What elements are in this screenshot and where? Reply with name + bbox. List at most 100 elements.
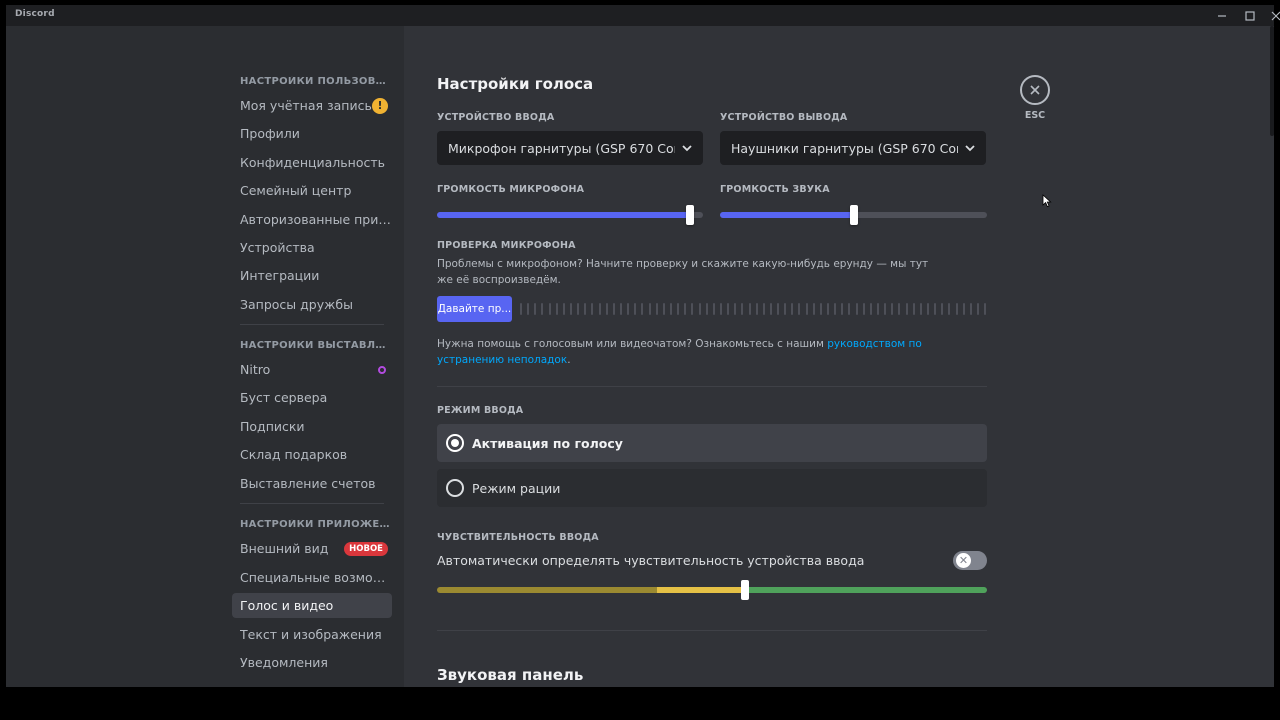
meter-bar <box>984 303 987 315</box>
meter-bar <box>948 303 951 315</box>
window-close-button[interactable] <box>1263 5 1280 26</box>
meter-bar <box>841 303 844 315</box>
sidebar-item-label: Специальные возмож... <box>240 570 392 585</box>
sidebar-item-integrations[interactable]: Интеграции <box>232 263 392 288</box>
meter-bar <box>712 303 715 315</box>
meter-bar <box>669 303 672 315</box>
sidebar-item-server-boost[interactable]: Буст сервера <box>232 385 392 410</box>
meter-bar <box>869 303 872 315</box>
sidebar-item-text-images[interactable]: Текст и изображения <box>232 622 392 647</box>
title-bar: Discord <box>6 5 1280 26</box>
auto-sensitivity-toggle[interactable]: ✕ <box>953 551 987 570</box>
radio-unselected-icon <box>446 479 464 497</box>
meter-bar <box>755 303 758 315</box>
sidebar-divider <box>240 503 384 504</box>
sensitivity-high-segment <box>745 587 987 593</box>
sidebar-item-billing[interactable]: Выставление счетов <box>232 471 392 496</box>
mic-volume-slider[interactable] <box>437 205 703 225</box>
meter-bar <box>684 303 687 315</box>
meter-bar <box>791 303 794 315</box>
meter-bar <box>934 303 937 315</box>
meter-bar <box>912 303 915 315</box>
close-settings[interactable]: ESC <box>1020 75 1050 121</box>
input-mode-push-to-talk[interactable]: Режим рации <box>437 469 987 507</box>
sensitivity-slider[interactable] <box>437 580 987 600</box>
meter-bar <box>577 303 580 315</box>
maximize-button[interactable] <box>1237 5 1263 26</box>
sidebar-item-appearance[interactable]: Внешний вид НОВОЕ <box>232 536 392 561</box>
output-device-value: Наушники гарнитуры (GSP 670 Commu <box>731 140 958 156</box>
sidebar-item-gift-inventory[interactable]: Склад подарков <box>232 442 392 467</box>
meter-bar <box>548 303 551 315</box>
meter-bar <box>584 303 587 315</box>
radio-label: Режим рации <box>472 480 561 496</box>
sidebar-item-accessibility[interactable]: Специальные возмож... <box>232 565 392 590</box>
sidebar-item-friend-requests[interactable]: Запросы дружбы <box>232 292 392 317</box>
meter-bar <box>798 303 801 315</box>
sidebar-item-devices[interactable]: Устройства <box>232 235 392 260</box>
sidebar-item-voice-video[interactable]: Голос и видео <box>232 593 392 618</box>
input-mode-label: РЕЖИМ ВВОДА <box>437 405 524 416</box>
chevron-down-icon <box>965 145 975 152</box>
meter-bar <box>927 303 930 315</box>
section-divider <box>437 386 987 387</box>
meter-bar <box>691 303 694 315</box>
app-settings-header: НАСТРОЙКИ ПРИЛОЖЕНИЯ <box>240 519 390 530</box>
meter-bar <box>848 303 851 315</box>
close-button[interactable] <box>1020 75 1050 105</box>
settings-window: НАСТРОЙКИ ПОЛЬЗОВАТЕ... Моя учётная запи… <box>6 26 1274 687</box>
sidebar-item-label: Семейный центр <box>240 183 352 198</box>
sidebar-item-authorized-apps[interactable]: Авторизованные прил... <box>232 207 392 232</box>
sidebar-item-label: Подписки <box>240 419 305 434</box>
sidebar-item-notifications[interactable]: Уведомления <box>232 650 392 675</box>
meter-bar <box>541 303 544 315</box>
meter-bar <box>891 303 894 315</box>
chevron-down-icon <box>682 145 692 152</box>
slider-handle[interactable] <box>849 205 858 225</box>
meter-bar <box>812 303 815 315</box>
sidebar-item-profiles[interactable]: Профили <box>232 121 392 146</box>
output-volume-slider[interactable] <box>720 205 987 225</box>
sidebar-item-nitro[interactable]: Nitro <box>232 357 392 382</box>
mic-test-description: Проблемы с микрофоном? Начните проверку … <box>437 258 929 286</box>
input-device-value: Микрофон гарнитуры (GSP 670 Commu <box>448 140 675 156</box>
voice-settings-content: Настройки голоса УСТРОЙСТВО ВВОДА УСТРОЙ… <box>437 26 987 687</box>
sidebar-item-label: Запросы дружбы <box>240 297 353 312</box>
esc-label: ESC <box>1024 110 1046 121</box>
meter-bar <box>855 303 858 315</box>
meter-bar <box>919 303 922 315</box>
close-icon <box>1030 85 1040 95</box>
sidebar-item-privacy[interactable]: Конфиденциальность <box>232 150 392 175</box>
scrollbar-thumb[interactable] <box>1270 26 1274 136</box>
meter-bar <box>977 303 979 315</box>
mic-test-button[interactable]: Давайте пр... <box>437 296 512 322</box>
output-device-select[interactable]: Наушники гарнитуры (GSP 670 Commu <box>720 131 986 165</box>
sidebar-item-label: Конфиденциальность <box>240 155 386 170</box>
meter-bar <box>784 303 787 315</box>
billing-settings-header: НАСТРОЙКИ ВЫСТАВЛЕН... <box>240 340 390 351</box>
sidebar-item-my-account[interactable]: Моя учётная запись ! <box>232 93 392 118</box>
sidebar-item-label: Голос и видео <box>240 598 334 613</box>
slider-handle[interactable] <box>741 580 749 600</box>
meter-bar <box>777 303 780 315</box>
minimize-icon <box>1218 14 1226 17</box>
sidebar-item-family-center[interactable]: Семейный центр <box>232 178 392 203</box>
meter-bar <box>819 303 822 315</box>
close-icon <box>1271 11 1280 20</box>
input-device-label: УСТРОЙСТВО ВВОДА <box>437 112 555 123</box>
meter-bar <box>941 303 944 315</box>
slider-handle[interactable] <box>685 205 694 225</box>
meter-bar <box>598 303 601 315</box>
user-settings-header: НАСТРОЙКИ ПОЛЬЗОВАТЕ... <box>240 76 390 87</box>
meter-bar <box>555 303 558 315</box>
maximize-icon <box>1245 10 1255 21</box>
input-mode-voice-activity[interactable]: Активация по голосу <box>437 424 987 462</box>
meter-bar <box>677 303 680 315</box>
input-device-select[interactable]: Микрофон гарнитуры (GSP 670 Commu <box>437 131 703 165</box>
mic-volume-label: ГРОМКОСТЬ МИКРОФОНА <box>437 184 585 195</box>
minimize-button[interactable] <box>1209 5 1235 26</box>
output-device-label: УСТРОЙСТВО ВЫВОДА <box>720 112 848 123</box>
sidebar-item-subscriptions[interactable]: Подписки <box>232 414 392 439</box>
meter-bar <box>641 303 644 315</box>
radio-label: Активация по голосу <box>472 435 623 451</box>
